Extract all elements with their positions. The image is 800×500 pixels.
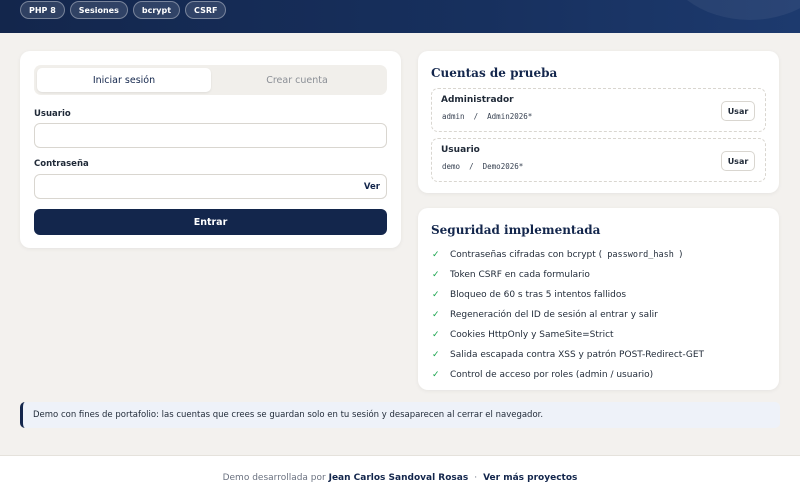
top-header: PHP 8 Sesiones bcrypt CSRF (0, 0, 800, 33)
submit-login-button[interactable]: Entrar (34, 209, 387, 235)
tech-badges: PHP 8 Sesiones bcrypt CSRF (20, 1, 227, 19)
footer-author: Jean Carlos Sandoval Rosas (328, 473, 469, 483)
list-item: ✓ Token CSRF en cada formulario (432, 265, 704, 285)
tab-crear-cuenta[interactable]: Crear cuenta (210, 68, 384, 92)
badge-sesiones: Sesiones (69, 1, 128, 19)
account-user: admin (442, 112, 465, 121)
security-item-text: Control de acceso por roles (admin / usu… (450, 370, 654, 380)
account-role: Usuario (441, 145, 480, 155)
test-accounts-title: Cuentas de prueba (431, 66, 558, 80)
account-password: Demo2026* (482, 162, 524, 171)
list-item: ✓ Cookies HttpOnly y SameSite=Strict (432, 325, 704, 345)
more-projects-link[interactable]: Ver más proyectos (483, 473, 577, 483)
security-item-text: Bloqueo de 60 s tras 5 intentos fallidos (450, 290, 627, 300)
account-credentials: demo / Demo2026* (442, 162, 523, 171)
footer-prefix: Demo desarrollada por (222, 473, 326, 483)
check-icon: ✓ (432, 250, 440, 260)
security-item-text: Cookies HttpOnly y SameSite=Strict (450, 330, 614, 340)
security-item-text: Regeneración del ID de sesión al entrar … (450, 310, 658, 320)
account-role: Administrador (441, 95, 514, 105)
portfolio-notice: Demo con fines de portafolio: las cuenta… (20, 402, 780, 428)
show-password-toggle[interactable]: Ver (364, 182, 380, 192)
username-label: Usuario (34, 109, 71, 119)
check-icon: ✓ (432, 330, 440, 340)
check-icon: ✓ (432, 290, 440, 300)
security-item-text: Salida escapada contra XSS y patrón POST… (450, 350, 705, 360)
check-icon: ✓ (432, 370, 440, 380)
use-admin-account-button[interactable]: Usar (721, 101, 755, 121)
password-input[interactable] (34, 174, 387, 199)
credential-separator: / (469, 162, 474, 171)
check-icon: ✓ (432, 310, 440, 320)
check-icon: ✓ (432, 350, 440, 360)
use-demo-account-button[interactable]: Usar (721, 151, 755, 171)
security-item-text-after: ) (678, 250, 683, 260)
login-card: Iniciar sesión Crear cuenta Usuario Cont… (20, 51, 401, 248)
header-decoration (660, 0, 800, 20)
list-item: ✓ Salida escapada contra XSS y patrón PO… (432, 345, 704, 365)
list-item: ✓ Regeneración del ID de sesión al entra… (432, 305, 704, 325)
tab-iniciar-sesion[interactable]: Iniciar sesión (37, 68, 211, 92)
credential-separator: / (473, 112, 479, 121)
footer-separator: · (474, 473, 478, 483)
account-item-admin: Administrador admin / Admin2026* Usar (431, 88, 766, 132)
security-list: ✓ Contraseñas cifradas con bcrypt ( pass… (432, 245, 704, 385)
code-snippet: password_hash (602, 250, 679, 260)
security-title: Seguridad implementada (431, 223, 601, 237)
test-accounts-card: Cuentas de prueba Administrador admin / … (418, 51, 779, 193)
badge-php: PHP 8 (20, 1, 65, 19)
check-icon: ✓ (432, 270, 440, 280)
list-item: ✓ Bloqueo de 60 s tras 5 intentos fallid… (432, 285, 704, 305)
account-item-usuario: Usuario demo / Demo2026* Usar (431, 138, 766, 182)
account-password: Admin2026* (487, 112, 533, 121)
security-item-text: Contraseñas cifradas con bcrypt ( (450, 250, 603, 260)
security-item-text: Token CSRF en cada formulario (450, 270, 590, 280)
list-item: ✓ Control de acceso por roles (admin / u… (432, 365, 704, 385)
badge-bcrypt: bcrypt (132, 1, 181, 19)
account-credentials: admin / Admin2026* (442, 112, 532, 121)
badge-csrf: CSRF (185, 1, 227, 19)
page-footer: Demo desarrollada por Jean Carlos Sandov… (0, 455, 800, 500)
security-card: Seguridad implementada ✓ Contraseñas cif… (418, 208, 779, 390)
list-item: ✓ Contraseñas cifradas con bcrypt ( pass… (432, 245, 704, 265)
account-user: demo (442, 162, 461, 171)
password-label: Contraseña (34, 159, 89, 169)
username-input[interactable] (34, 123, 387, 148)
auth-tabs: Iniciar sesión Crear cuenta (34, 65, 387, 95)
